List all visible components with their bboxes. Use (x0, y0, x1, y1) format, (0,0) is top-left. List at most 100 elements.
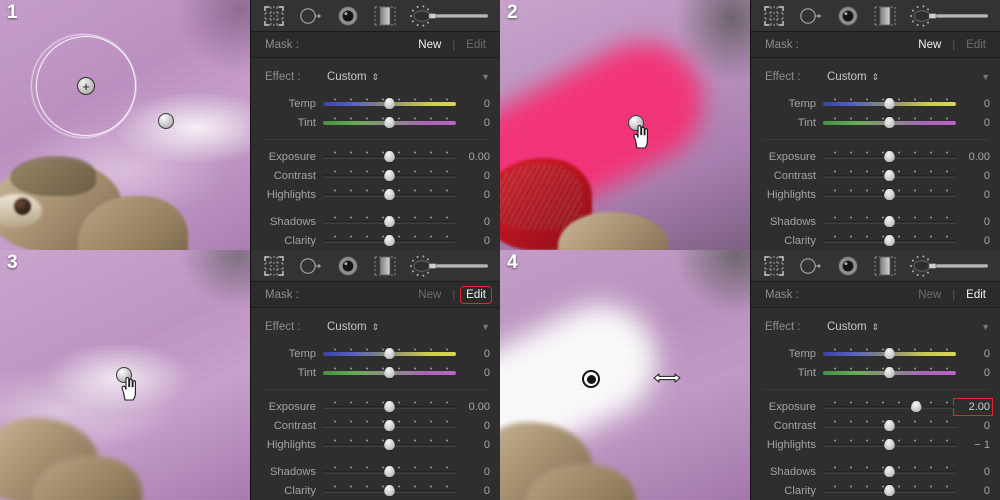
slider-track-tint[interactable] (323, 115, 456, 130)
adjustment-panel-2[interactable]: Mask : New | Edit Effect : Custom ⇕ ▼ Te… (750, 0, 1000, 250)
slider-track-exposure[interactable] (323, 149, 456, 164)
mask-row-4[interactable]: Mask : New | Edit (751, 282, 1000, 308)
slider-row-contrast[interactable]: Contrast 0 (261, 166, 490, 185)
effect-row-2[interactable]: Effect : Custom ⇕ ▼ (761, 67, 990, 87)
slider-track-temp[interactable] (823, 96, 956, 111)
mask-row-1[interactable]: Mask : New | Edit (251, 32, 500, 58)
slider-row-exposure[interactable]: Exposure 0.00 (261, 147, 490, 166)
slider-track-clarity[interactable] (323, 233, 456, 248)
slider-value-shadows[interactable]: 0 (956, 216, 990, 228)
slider-value-temp[interactable]: 0 (956, 98, 990, 110)
slider-row-temp[interactable]: Temp 0 (261, 344, 490, 363)
adjustment-panel-4[interactable]: Mask : New | Edit Effect : Custom ⇕ ▼ Te… (750, 250, 1000, 500)
slider-row-temp[interactable]: Temp 0 (761, 344, 990, 363)
slider-row-exposure[interactable]: Exposure 0.00 (761, 147, 990, 166)
red-eye-correction-tool-icon[interactable] (833, 2, 863, 29)
slider-track-exposure[interactable] (323, 399, 456, 414)
effect-preset-value[interactable]: Custom (827, 71, 867, 83)
slider-value-shadows[interactable]: 0 (956, 466, 990, 478)
slider-row-shadows[interactable]: Shadows 0 (261, 462, 490, 481)
slider-track-temp[interactable] (323, 346, 456, 361)
slider-value-highlights[interactable]: 0 (956, 189, 990, 201)
adjustment-brush-tool-icon[interactable] (906, 2, 992, 29)
adjustment-brush-tool-icon[interactable] (406, 2, 492, 29)
slider-value-highlights[interactable]: − 1 (956, 439, 990, 451)
red-eye-correction-tool-icon[interactable] (833, 252, 863, 279)
crop-overlay-tool-icon[interactable] (259, 2, 289, 29)
effect-disclosure-icon[interactable]: ▼ (981, 72, 990, 82)
mask-edit-button[interactable]: Edit (962, 288, 990, 302)
effect-row-3[interactable]: Effect : Custom ⇕ ▼ (261, 317, 490, 337)
effect-preset-value[interactable]: Custom (327, 71, 367, 83)
slider-row-highlights[interactable]: Highlights − 1 (761, 435, 990, 454)
effect-stepper-icon[interactable]: ⇕ (872, 72, 880, 82)
photo-step-1[interactable]: + 1 (0, 0, 250, 250)
slider-row-shadows[interactable]: Shadows 0 (261, 212, 490, 231)
slider-value-tint[interactable]: 0 (456, 117, 490, 129)
slider-track-contrast[interactable] (323, 418, 456, 433)
effect-stepper-icon[interactable]: ⇕ (872, 322, 880, 332)
slider-value-contrast[interactable]: 0 (956, 170, 990, 182)
slider-value-exposure[interactable]: 0.00 (456, 151, 490, 163)
spot-removal-tool-icon[interactable] (796, 252, 826, 279)
slider-track-shadows[interactable] (823, 214, 956, 229)
mask-new-button[interactable]: New (914, 288, 945, 302)
slider-value-clarity[interactable]: 0 (956, 235, 990, 247)
slider-row-clarity[interactable]: Clarity 0 (261, 481, 490, 500)
mask-pin-1[interactable] (158, 113, 174, 129)
slider-track-highlights[interactable] (823, 437, 956, 452)
slider-value-contrast[interactable]: 0 (456, 420, 490, 432)
slider-row-tint[interactable]: Tint 0 (261, 363, 490, 382)
effect-row-4[interactable]: Effect : Custom ⇕ ▼ (761, 317, 990, 337)
slider-value-highlights[interactable]: 0 (456, 439, 490, 451)
slider-value-exposure[interactable]: 0.00 (956, 151, 990, 163)
slider-row-temp[interactable]: Temp 0 (261, 94, 490, 113)
slider-row-highlights[interactable]: Highlights 0 (761, 185, 990, 204)
effect-disclosure-icon[interactable]: ▼ (481, 72, 490, 82)
adjustment-panel-1[interactable]: Mask : New | Edit Effect : Custom ⇕ ▼ Te… (250, 0, 500, 250)
slider-track-tint[interactable] (823, 115, 956, 130)
mask-new-button[interactable]: New (414, 288, 445, 302)
adjustment-brush-tool-icon[interactable] (906, 252, 992, 279)
effect-stepper-icon[interactable]: ⇕ (372, 72, 380, 82)
crop-overlay-tool-icon[interactable] (259, 252, 289, 279)
slider-value-tint[interactable]: 0 (456, 367, 490, 379)
slider-track-shadows[interactable] (323, 464, 456, 479)
slider-track-temp[interactable] (323, 96, 456, 111)
slider-track-temp[interactable] (823, 346, 956, 361)
effect-stepper-icon[interactable]: ⇕ (372, 322, 380, 332)
mask-edit-button[interactable]: Edit (462, 38, 490, 52)
slider-track-shadows[interactable] (323, 214, 456, 229)
photo-step-3[interactable]: 3 (0, 250, 250, 500)
tool-strip-2[interactable] (751, 0, 1000, 33)
effect-disclosure-icon[interactable]: ▼ (481, 322, 490, 332)
selected-mask-pin-4[interactable] (582, 370, 600, 388)
photo-step-2[interactable]: 2 (500, 0, 750, 250)
adjustment-panel-3[interactable]: Mask : New | Edit Effect : Custom ⇕ ▼ Te… (250, 250, 500, 500)
crop-overlay-tool-icon[interactable] (759, 2, 789, 29)
slider-row-temp[interactable]: Temp 0 (761, 94, 990, 113)
spot-removal-tool-icon[interactable] (296, 2, 326, 29)
slider-track-contrast[interactable] (323, 168, 456, 183)
graduated-filter-tool-icon[interactable] (370, 252, 400, 279)
slider-row-clarity[interactable]: Clarity 0 (761, 481, 990, 500)
effect-disclosure-icon[interactable]: ▼ (981, 322, 990, 332)
slider-track-shadows[interactable] (823, 464, 956, 479)
slider-value-clarity[interactable]: 0 (456, 235, 490, 247)
slider-row-shadows[interactable]: Shadows 0 (761, 212, 990, 231)
red-eye-correction-tool-icon[interactable] (333, 2, 363, 29)
slider-value-shadows[interactable]: 0 (456, 216, 490, 228)
slider-value-highlights[interactable]: 0 (456, 189, 490, 201)
slider-value-shadows[interactable]: 0 (456, 466, 490, 478)
slider-value-temp[interactable]: 0 (456, 98, 490, 110)
spot-removal-tool-icon[interactable] (296, 252, 326, 279)
slider-value-tint[interactable]: 0 (956, 117, 990, 129)
mask-edit-button[interactable]: Edit (460, 285, 492, 304)
slider-row-contrast[interactable]: Contrast 0 (261, 416, 490, 435)
graduated-filter-tool-icon[interactable] (870, 252, 900, 279)
red-eye-correction-tool-icon[interactable] (333, 252, 363, 279)
slider-row-tint[interactable]: Tint 0 (761, 363, 990, 382)
slider-track-exposure[interactable] (823, 149, 956, 164)
mask-row-2[interactable]: Mask : New | Edit (751, 32, 1000, 58)
slider-track-highlights[interactable] (323, 187, 456, 202)
